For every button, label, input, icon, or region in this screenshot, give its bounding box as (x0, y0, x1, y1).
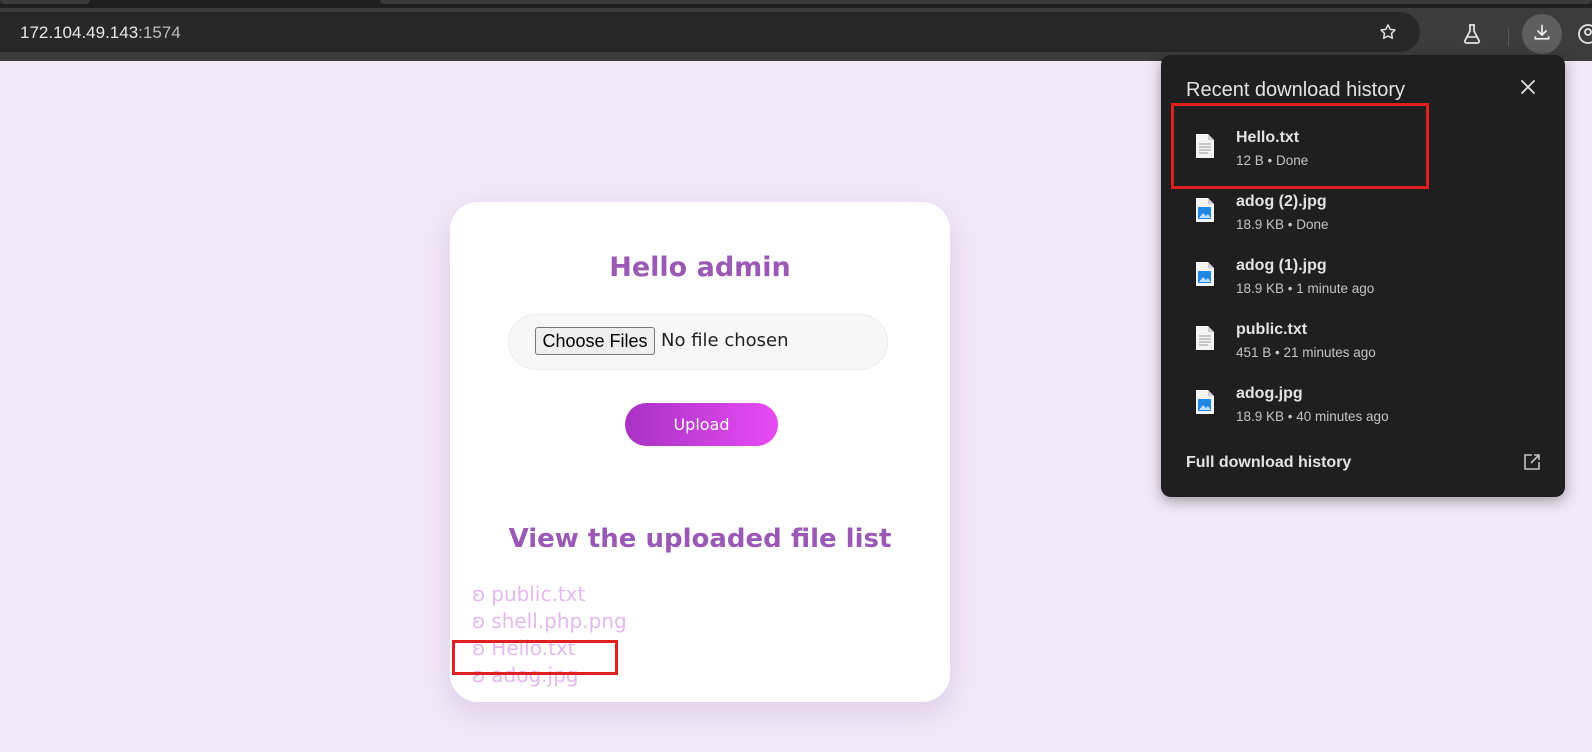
profile-avatar-icon[interactable] (1576, 22, 1592, 46)
download-item-meta: 18.9 KB • Done (1236, 217, 1329, 232)
highlight-box-file-list (452, 640, 618, 675)
downloads-panel-title: Recent download history (1186, 79, 1406, 101)
tab-edge[interactable] (0, 0, 90, 4)
image-file-icon (1196, 198, 1214, 222)
downloads-button[interactable] (1522, 14, 1562, 54)
labs-flask-icon[interactable] (1460, 22, 1484, 46)
toolbar-separator (1508, 28, 1509, 46)
download-item-meta: 451 B • 21 minutes ago (1236, 345, 1376, 360)
url-text[interactable]: 172.104.49.143:1574 (20, 23, 181, 43)
image-file-icon (1196, 390, 1214, 414)
download-item-meta: 18.9 KB • 40 minutes ago (1236, 409, 1389, 424)
bookmark-star-icon[interactable] (1378, 22, 1398, 42)
download-item[interactable]: public.txt 451 B • 21 minutes ago (1161, 315, 1565, 379)
url-port: :1574 (138, 23, 181, 42)
tab-strip (0, 0, 1592, 8)
download-item-name: adog (2).jpg (1236, 193, 1327, 210)
close-icon[interactable] (1519, 78, 1537, 96)
text-file-icon (1196, 326, 1214, 350)
file-link[interactable]: ʚ public.txt (472, 581, 627, 608)
file-list-heading: View the uploaded file list (508, 524, 892, 554)
choose-files-button[interactable]: Choose Files (535, 327, 655, 355)
open-in-new-icon[interactable] (1523, 453, 1541, 471)
file-link-label: shell.php.png (491, 609, 627, 633)
download-item[interactable]: adog (1).jpg 18.9 KB • 1 minute ago (1161, 251, 1565, 315)
upload-card: Hello admin Choose Files No file chosen … (450, 202, 950, 702)
file-link-label: public.txt (491, 582, 586, 606)
bullet-icon: ʚ (472, 582, 486, 606)
download-item-name: adog (1).jpg (1236, 257, 1327, 274)
bullet-icon: ʚ (472, 609, 486, 633)
highlight-box-download-item (1171, 103, 1429, 189)
file-input-status: No file chosen (661, 330, 789, 351)
download-icon (1534, 24, 1550, 40)
tab-edge[interactable] (380, 0, 1592, 4)
full-download-history-link[interactable]: Full download history (1186, 454, 1351, 472)
download-item-meta: 18.9 KB • 1 minute ago (1236, 281, 1375, 296)
file-link[interactable]: ʚ shell.php.png (472, 608, 627, 635)
download-item-name: public.txt (1236, 321, 1308, 338)
browser-toolbar: 172.104.49.143:1574 (0, 8, 1592, 61)
download-item-name: adog.jpg (1236, 385, 1303, 402)
download-item[interactable]: adog (2).jpg 18.9 KB • Done (1161, 187, 1565, 251)
download-item[interactable]: adog.jpg 18.9 KB • 40 minutes ago (1161, 379, 1565, 443)
url-host: 172.104.49.143 (20, 23, 139, 42)
greeting-heading: Hello admin (609, 252, 791, 283)
address-bar[interactable]: 172.104.49.143:1574 (0, 12, 1420, 52)
file-input[interactable]: Choose Files No file chosen (508, 314, 888, 370)
image-file-icon (1196, 262, 1214, 286)
upload-button[interactable]: Upload (625, 403, 778, 446)
